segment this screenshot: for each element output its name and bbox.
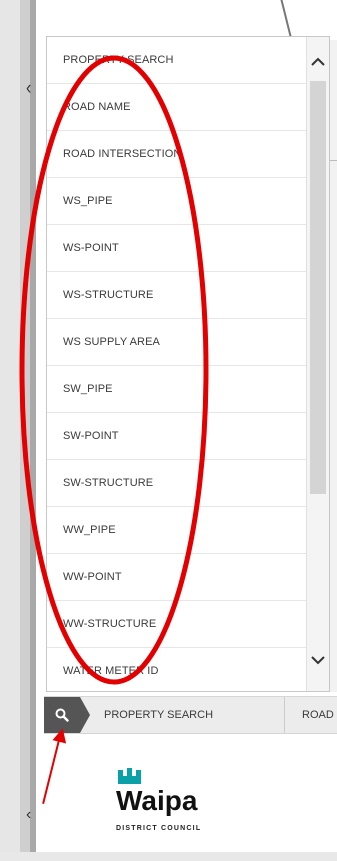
- map-canvas-right[interactable]: [330, 40, 337, 692]
- search-tabbar: PROPERTY SEARCH ROAD NAME: [44, 696, 337, 734]
- map-canvas[interactable]: [36, 0, 337, 43]
- search-icon: [55, 708, 69, 722]
- annotation-ellipse: [19, 55, 209, 685]
- svg-text:Waipa: Waipa: [116, 785, 198, 816]
- dropdown-scrollbar[interactable]: [306, 37, 329, 691]
- tab-property-search[interactable]: PROPERTY SEARCH: [104, 697, 285, 733]
- annotation-arrow-head: [52, 726, 70, 744]
- logo-subtitle: DISTRICT COUNCIL: [116, 825, 202, 832]
- chevron-up-icon[interactable]: [307, 47, 329, 77]
- chevron-down-icon[interactable]: [307, 645, 329, 675]
- scrollbar-thumb[interactable]: [310, 81, 326, 494]
- bottom-shade: [0, 852, 337, 861]
- logo-crown-icon: [118, 768, 141, 784]
- annotation-arrow: [42, 731, 62, 805]
- map-feature-line: [330, 160, 337, 161]
- waipa-logo: Waipa: [116, 768, 198, 816]
- tab-road-name[interactable]: ROAD NAME: [302, 697, 337, 733]
- collapse-panel-bottom-icon[interactable]: ‹: [26, 806, 31, 824]
